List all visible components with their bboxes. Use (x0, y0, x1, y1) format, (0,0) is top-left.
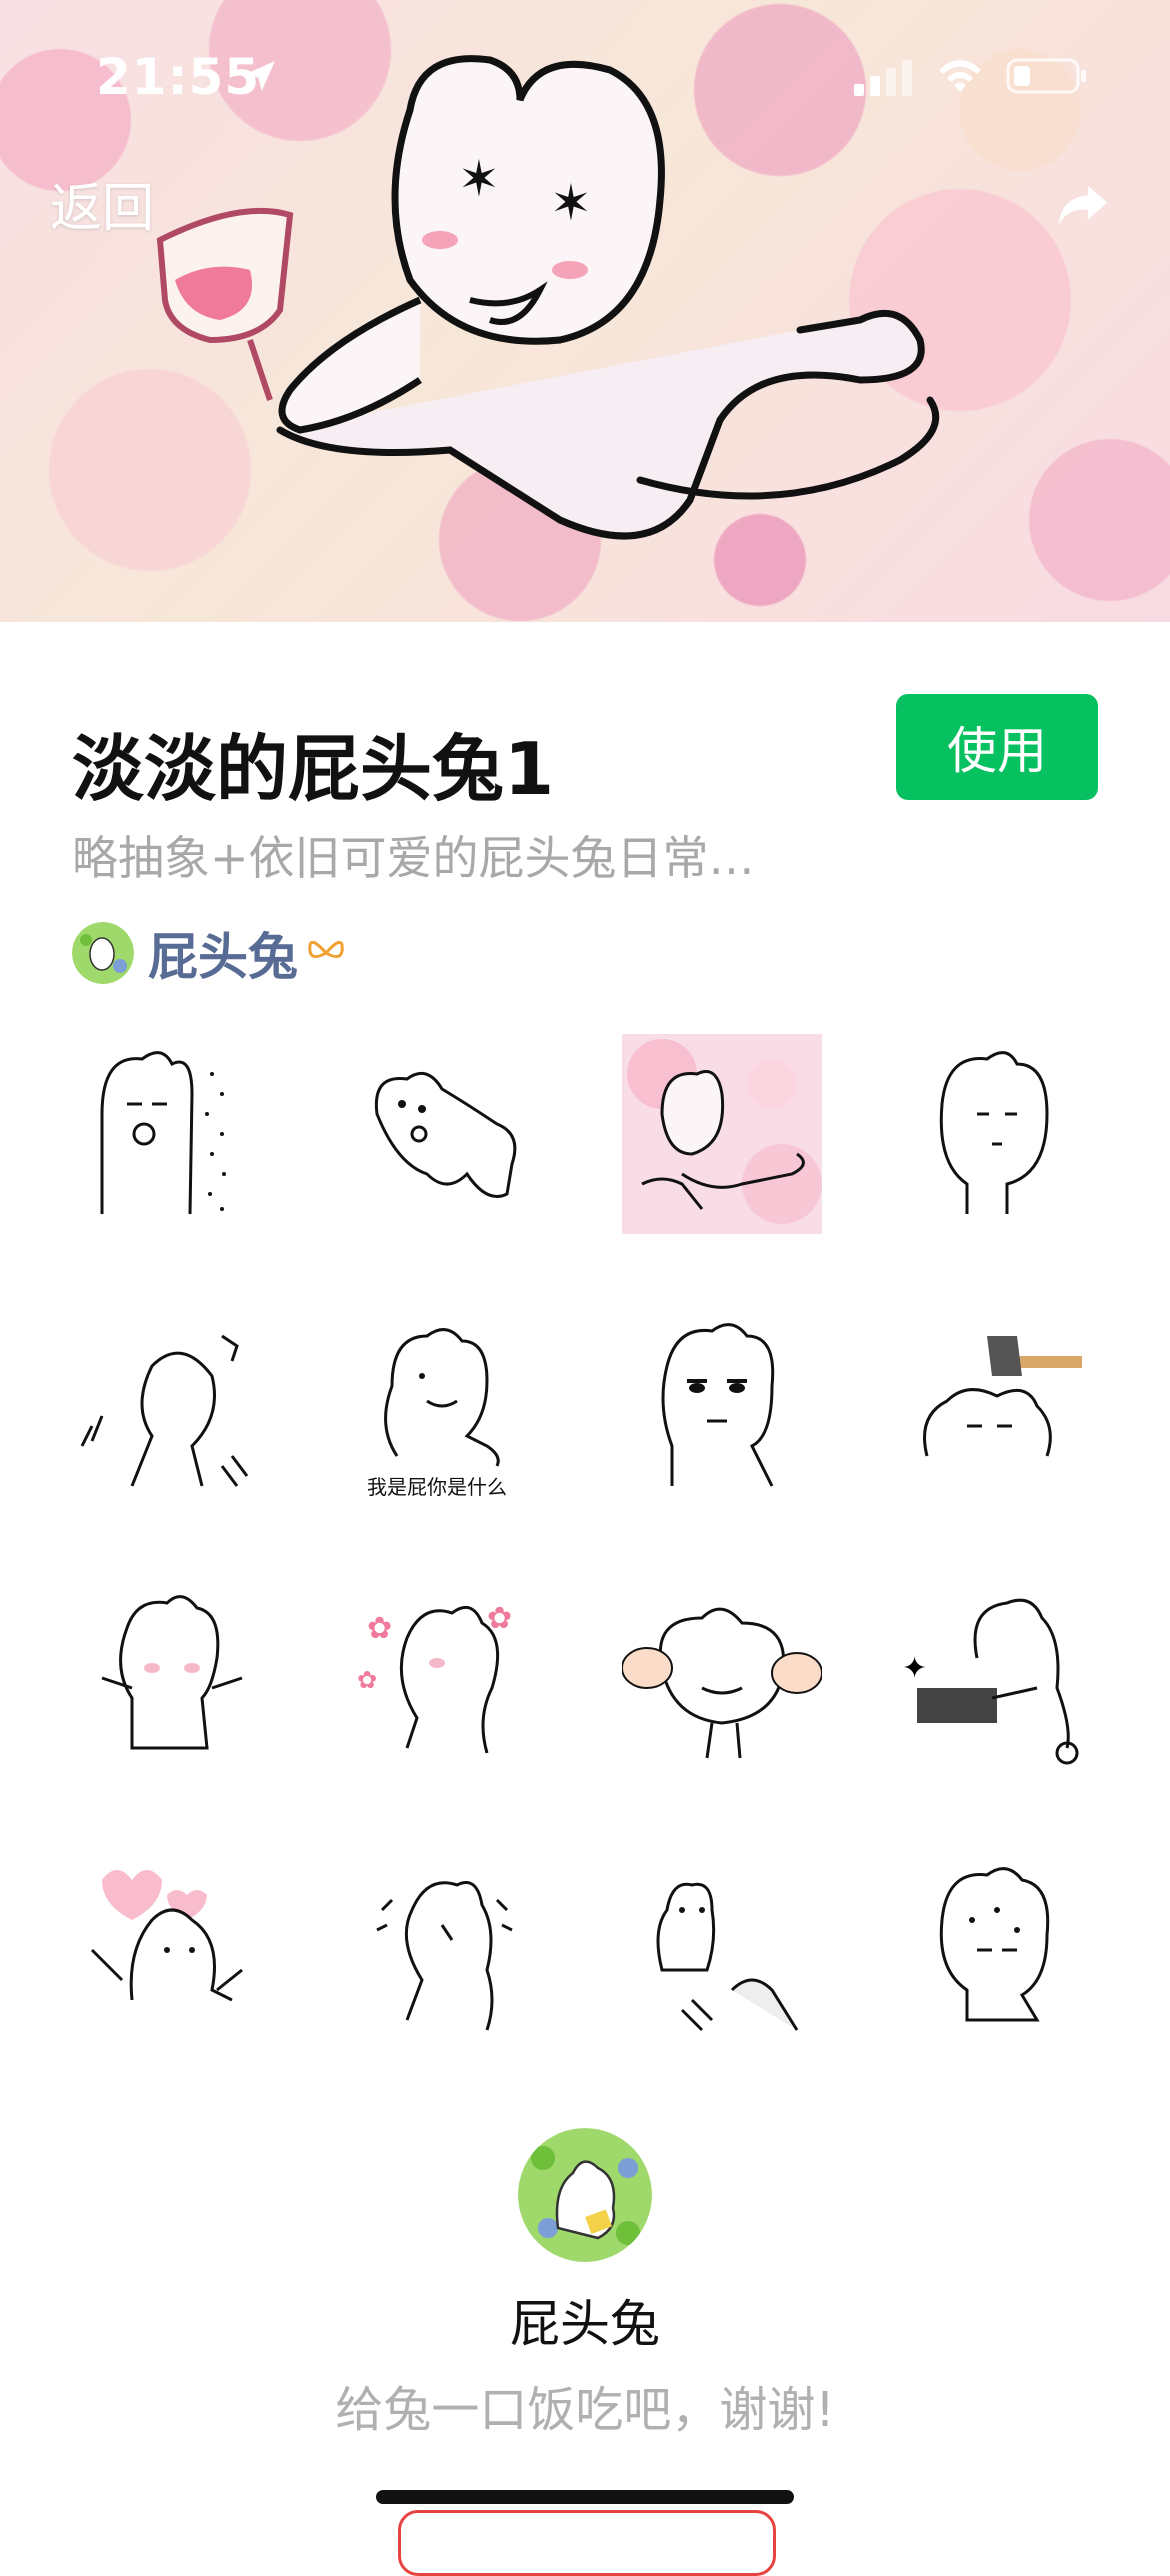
bow-icon (308, 940, 344, 959)
svg-text:✶: ✶ (550, 174, 592, 232)
home-indicator (376, 2490, 794, 2504)
sticker-caption: 我是屁你是什么 (367, 1475, 507, 1499)
svg-text:✿: ✿ (367, 1611, 392, 1646)
sticker-6[interactable]: 我是屁你是什么 (347, 1306, 547, 1506)
sticker-14[interactable] (347, 1850, 547, 2050)
sticker-11[interactable] (622, 1578, 822, 1778)
svg-text:✿: ✿ (357, 1666, 377, 1694)
sticker-10[interactable]: ✿ ✿ ✿ (347, 1578, 547, 1778)
signal-icon (854, 60, 912, 96)
pack-title: 淡淡的屁头兔1 (72, 727, 555, 811)
status-time: 21:55 (96, 48, 261, 106)
sticker-15[interactable] (622, 1850, 822, 2050)
status-bar: 21:55 (0, 0, 1170, 150)
avatar (72, 922, 134, 984)
pack-banner: ✶ ✶ 21:55 返回 (0, 0, 1170, 622)
sticker-8[interactable] (897, 1306, 1097, 1506)
svg-text:✿: ✿ (487, 1601, 512, 1636)
share-icon[interactable] (1054, 176, 1112, 234)
location-arrow-icon (245, 61, 275, 91)
sticker-13[interactable] (72, 1850, 272, 2050)
sticker-5[interactable] (72, 1306, 272, 1506)
footer-author-name: 屁头兔 (510, 2295, 660, 2353)
back-button[interactable]: 返回 (50, 166, 154, 241)
sticker-2[interactable] (347, 1034, 547, 1234)
reward-button[interactable] (398, 2510, 776, 2576)
sticker-1[interactable] (72, 1034, 272, 1234)
sticker-4[interactable] (897, 1034, 1097, 1234)
author-link[interactable]: 屁头兔 (72, 918, 346, 988)
author-avatar-large[interactable] (518, 2128, 652, 2262)
pack-description: 略抽象+依旧可爱的屁头兔日常… (72, 831, 755, 885)
sticker-grid: 我是屁你是什么 ✿ ✿ ✿ ✦ (72, 1034, 1098, 2050)
sticker-9[interactable] (72, 1578, 272, 1778)
sticker-12[interactable]: ✦ (897, 1578, 1097, 1778)
svg-text:✦: ✦ (902, 1651, 927, 1686)
use-button[interactable]: 使用 (896, 694, 1098, 800)
battery-icon (1006, 58, 1086, 94)
footer-thanks: 给兔一口饭吃吧，谢谢! (335, 2382, 835, 2438)
sticker-16[interactable] (897, 1850, 1097, 2050)
wifi-icon (939, 60, 981, 92)
author-name: 屁头兔 (148, 928, 298, 986)
sticker-3[interactable] (622, 1034, 822, 1234)
svg-text:✶: ✶ (458, 150, 500, 208)
sticker-7[interactable] (622, 1306, 822, 1506)
